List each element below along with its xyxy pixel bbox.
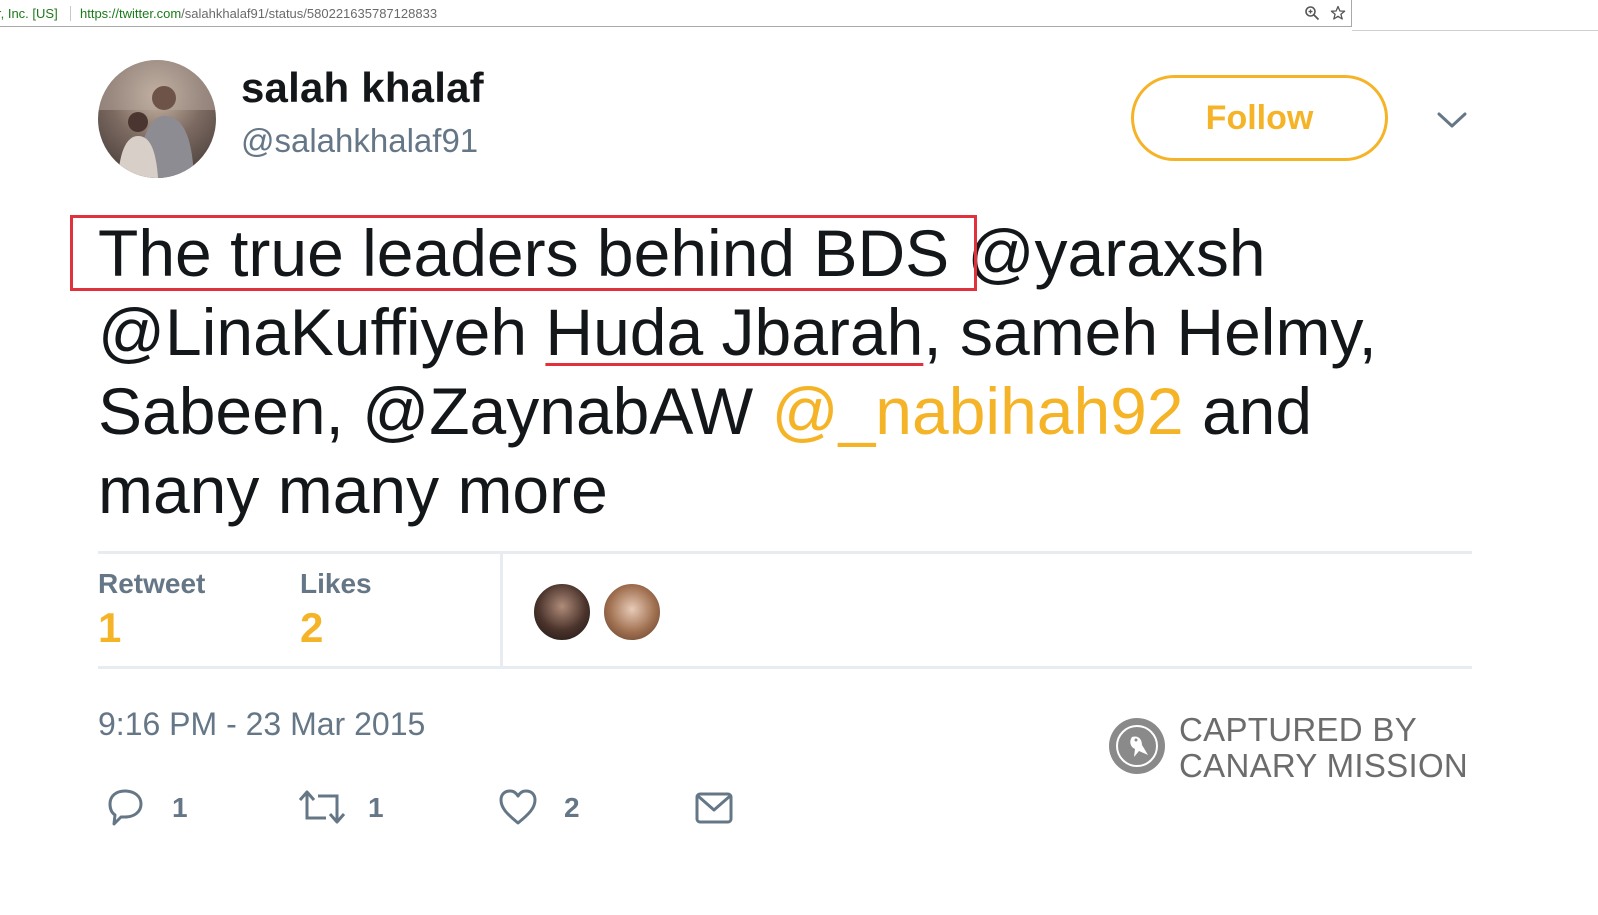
author-name[interactable]: salah khalaf xyxy=(241,64,484,112)
toolbar-border xyxy=(1352,30,1598,31)
bookmark-star-icon[interactable] xyxy=(1330,5,1346,21)
reply-count: 1 xyxy=(172,792,188,823)
likes-stat-label[interactable]: Likes xyxy=(300,568,372,600)
security-label: r, Inc. [US] xyxy=(0,6,58,21)
envelope-icon xyxy=(695,792,733,824)
watermark-logo: CAPTURED BY CANARY MISSION xyxy=(1108,712,1478,784)
author-avatar[interactable] xyxy=(98,60,216,178)
stats-vertical-divider xyxy=(500,553,503,666)
stats-top-divider xyxy=(98,551,1472,554)
retweet-stat-label[interactable]: Retweet xyxy=(98,568,205,600)
tweet-timestamp[interactable]: 9:16 PM - 23 Mar 2015 xyxy=(98,706,425,743)
url-path: /salahkhalaf91/status/580221635787128833 xyxy=(181,6,438,21)
underlined-name: Huda Jbarah xyxy=(545,295,924,369)
zoom-icon[interactable] xyxy=(1304,5,1320,21)
heart-icon xyxy=(499,789,537,825)
like-count: 2 xyxy=(564,792,580,823)
reply-icon xyxy=(108,789,143,826)
chevron-down-icon[interactable] xyxy=(1436,108,1468,132)
url-host: https://twitter.com xyxy=(80,6,182,21)
tweet-page: r, Inc. [US] https://twitter.com/salahkh… xyxy=(0,0,1598,915)
canary-bird-icon xyxy=(1109,718,1165,774)
watermark-text: CAPTURED BY CANARY MISSION xyxy=(1179,711,1469,784)
avatar-photo-icon xyxy=(98,60,216,178)
liker-avatar[interactable] xyxy=(602,582,662,642)
url-text[interactable]: https://twitter.com/salahkhalaf91/status… xyxy=(80,0,437,27)
liker-avatar[interactable] xyxy=(532,582,592,642)
likes-stat-count[interactable]: 2 xyxy=(300,604,323,652)
address-bar[interactable]: r, Inc. [US] https://twitter.com/salahkh… xyxy=(0,0,1352,27)
address-bar-separator xyxy=(70,6,71,21)
retweet-stat-count[interactable]: 1 xyxy=(98,604,121,652)
red-annotation-box xyxy=(70,215,977,291)
follow-button[interactable]: Follow xyxy=(1131,75,1388,161)
retweet-icon xyxy=(298,790,346,824)
retweet-count: 1 xyxy=(368,792,384,823)
stats-bottom-divider xyxy=(98,666,1472,669)
author-handle[interactable]: @salahkhalaf91 xyxy=(241,122,478,160)
highlighted-mention-link[interactable]: @_nabihah92 xyxy=(772,374,1184,448)
